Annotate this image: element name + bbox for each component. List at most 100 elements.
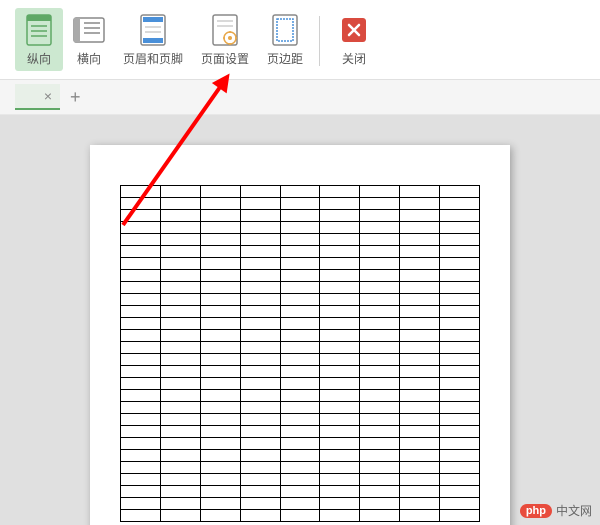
grid-cell: [320, 426, 360, 438]
grid-cell: [280, 330, 320, 342]
grid-cell: [121, 378, 161, 390]
grid-cell: [320, 294, 360, 306]
header-footer-button[interactable]: 页眉和页脚: [115, 8, 191, 71]
grid-cell: [160, 306, 200, 318]
grid-cell: [440, 318, 480, 330]
grid-cell: [320, 342, 360, 354]
grid-cell: [440, 510, 480, 522]
grid-cell: [360, 498, 400, 510]
grid-cell: [360, 462, 400, 474]
grid-cell: [121, 210, 161, 222]
grid-cell: [240, 198, 280, 210]
grid-cell: [200, 354, 240, 366]
grid-cell: [240, 258, 280, 270]
grid-cell: [200, 258, 240, 270]
grid-cell: [121, 258, 161, 270]
grid-cell: [240, 330, 280, 342]
grid-cell: [200, 426, 240, 438]
close-button[interactable]: 关闭: [330, 8, 378, 71]
grid-cell: [360, 198, 400, 210]
grid-cell: [440, 198, 480, 210]
grid-cell: [280, 294, 320, 306]
grid-cell: [400, 426, 440, 438]
grid-cell: [440, 282, 480, 294]
grid-cell: [440, 486, 480, 498]
grid-cell: [121, 306, 161, 318]
grid-cell: [121, 414, 161, 426]
grid-cell: [200, 246, 240, 258]
grid-cell: [400, 366, 440, 378]
grid-cell: [320, 462, 360, 474]
grid-cell: [280, 210, 320, 222]
grid-cell: [400, 246, 440, 258]
grid-cell: [280, 282, 320, 294]
grid-cell: [200, 486, 240, 498]
grid-cell: [200, 318, 240, 330]
grid-cell: [160, 402, 200, 414]
grid-cell: [200, 306, 240, 318]
portrait-button[interactable]: 纵向: [15, 8, 63, 71]
grid-cell: [400, 234, 440, 246]
grid-cell: [240, 438, 280, 450]
grid-cell: [360, 306, 400, 318]
header-footer-icon: [137, 12, 169, 48]
grid-cell: [400, 414, 440, 426]
grid-cell: [320, 222, 360, 234]
grid-cell: [320, 486, 360, 498]
grid-cell: [280, 462, 320, 474]
page-setup-button[interactable]: 页面设置: [193, 8, 257, 71]
grid-cell: [360, 330, 400, 342]
grid-cell: [320, 414, 360, 426]
grid-cell: [320, 198, 360, 210]
grid-cell: [240, 378, 280, 390]
grid-cell: [200, 270, 240, 282]
grid-cell: [121, 426, 161, 438]
grid-cell: [121, 366, 161, 378]
grid-cell: [160, 438, 200, 450]
grid-cell: [400, 306, 440, 318]
grid-cell: [240, 462, 280, 474]
grid-cell: [240, 390, 280, 402]
grid-cell: [280, 390, 320, 402]
grid-cell: [280, 186, 320, 198]
grid-cell: [200, 438, 240, 450]
grid-cell: [400, 270, 440, 282]
grid-cell: [440, 270, 480, 282]
grid-cell: [240, 426, 280, 438]
grid-cell: [160, 414, 200, 426]
grid-cell: [320, 318, 360, 330]
grid-cell: [160, 186, 200, 198]
grid-cell: [200, 498, 240, 510]
preview-grid: [120, 185, 480, 522]
grid-cell: [160, 378, 200, 390]
grid-cell: [360, 390, 400, 402]
grid-cell: [200, 390, 240, 402]
grid-cell: [280, 366, 320, 378]
grid-cell: [440, 498, 480, 510]
grid-cell: [160, 222, 200, 234]
grid-cell: [200, 510, 240, 522]
tab-active[interactable]: ×: [15, 84, 60, 110]
margins-icon: [269, 12, 301, 48]
margins-button[interactable]: 页边距: [259, 8, 311, 71]
grid-cell: [320, 402, 360, 414]
grid-cell: [121, 246, 161, 258]
grid-cell: [160, 210, 200, 222]
grid-cell: [280, 306, 320, 318]
grid-cell: [121, 474, 161, 486]
preview-page: [90, 145, 510, 525]
grid-cell: [400, 210, 440, 222]
grid-cell: [360, 282, 400, 294]
grid-cell: [240, 270, 280, 282]
grid-cell: [200, 186, 240, 198]
grid-cell: [360, 450, 400, 462]
grid-cell: [320, 270, 360, 282]
grid-cell: [360, 354, 400, 366]
print-preview-toolbar: 纵向 横向 页眉和页脚: [0, 0, 600, 80]
landscape-button[interactable]: 横向: [65, 8, 113, 71]
tab-add-icon[interactable]: +: [70, 87, 81, 108]
grid-cell: [280, 258, 320, 270]
grid-cell: [360, 486, 400, 498]
tab-close-icon[interactable]: ×: [44, 88, 52, 104]
page-setup-label: 页面设置: [201, 50, 249, 67]
